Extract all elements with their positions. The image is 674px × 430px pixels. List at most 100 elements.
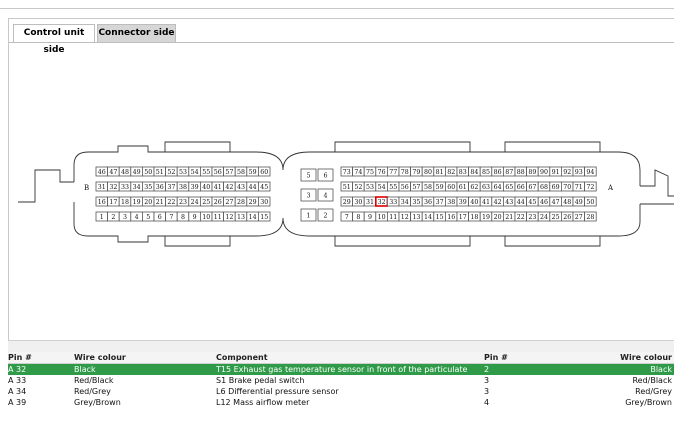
pin-label: 9 bbox=[193, 214, 197, 221]
pin-label: 80 bbox=[424, 169, 432, 176]
header-wire-colour-2[interactable]: Wire colour bbox=[568, 352, 672, 363]
pin-label: 24 bbox=[540, 214, 548, 221]
cell-wire-colour-2: Red/Grey bbox=[635, 387, 672, 396]
pin-label: 7 bbox=[345, 214, 349, 221]
pin-label: 83 bbox=[459, 169, 467, 176]
pin-label: 67 bbox=[528, 184, 536, 191]
pin-label: 36 bbox=[424, 199, 432, 206]
pin-label: 68 bbox=[540, 184, 548, 191]
pin-label: 25 bbox=[552, 214, 560, 221]
table-row[interactable]: A 32 Black T15 Exhaust gas temperature s… bbox=[8, 364, 674, 375]
cell-wire-colour: Red/Black bbox=[74, 376, 114, 385]
pin-label: 3 bbox=[306, 193, 310, 200]
pin-label: 29 bbox=[343, 199, 351, 206]
pin-label: 32 bbox=[109, 184, 117, 191]
cell-component: S1 Brake pedal switch bbox=[216, 376, 305, 385]
pin-label: 3 bbox=[123, 214, 127, 221]
pin-label: 27 bbox=[225, 199, 233, 206]
pin-label: 38 bbox=[447, 199, 455, 206]
pin-label: 79 bbox=[412, 169, 420, 176]
pin-label: 10 bbox=[202, 214, 210, 221]
pin-label: 19 bbox=[482, 214, 490, 221]
pin-label: 17 bbox=[109, 199, 117, 206]
connector-block-b: 46 47 48 49 50 51 52 53 54 55 56 57 58 59 6031 32 33 34 35… bbox=[95, 166, 271, 222]
pin-label: 74 bbox=[354, 169, 362, 176]
pin-label: 91 bbox=[552, 169, 560, 176]
pin-label: 26 bbox=[563, 214, 571, 221]
pin-label: 45 bbox=[260, 184, 268, 191]
pin-label: 21 bbox=[156, 199, 164, 206]
pin-label: 9 bbox=[368, 214, 372, 221]
pin-label: 27 bbox=[575, 214, 583, 221]
pin-label: 14 bbox=[249, 214, 257, 221]
cell-wire-colour: Red/Grey bbox=[74, 387, 111, 396]
pin-label: 86 bbox=[494, 169, 502, 176]
pin-label: 31 bbox=[98, 184, 106, 191]
pin-label: 43 bbox=[237, 184, 245, 191]
pin-label: 2 bbox=[323, 213, 327, 220]
table-row[interactable]: A 34 Red/Grey L6 Differential pressure s… bbox=[8, 386, 674, 397]
block-label-b: B bbox=[84, 184, 89, 192]
pin-label: 15 bbox=[260, 214, 268, 221]
pin-label: 36 bbox=[156, 184, 164, 191]
pin-label: 55 bbox=[389, 184, 397, 191]
cell-pin: A 32 bbox=[8, 365, 27, 374]
pin-label: 60 bbox=[260, 169, 268, 176]
header-pin[interactable]: Pin # bbox=[8, 352, 68, 363]
pin-label: 73 bbox=[343, 169, 351, 176]
table-row[interactable]: A 39 Grey/Brown L12 Mass airflow meter 4… bbox=[8, 397, 674, 408]
pin-label: 8 bbox=[356, 214, 360, 221]
pin-label: 53 bbox=[179, 169, 187, 176]
pin-label: 40 bbox=[470, 199, 478, 206]
pin-label: 12 bbox=[401, 214, 409, 221]
pin-label: 77 bbox=[389, 169, 397, 176]
pin-label: 32 bbox=[378, 199, 386, 206]
pin-label: 58 bbox=[424, 184, 432, 191]
pin-label: 41 bbox=[482, 199, 490, 206]
pin-label: 54 bbox=[191, 169, 199, 176]
pin-label: 8 bbox=[181, 214, 185, 221]
pin-label: 39 bbox=[459, 199, 467, 206]
pin-label: 78 bbox=[401, 169, 409, 176]
pin-label: 11 bbox=[389, 214, 397, 221]
pin-label: 44 bbox=[249, 184, 257, 191]
cell-component: L6 Differential pressure sensor bbox=[216, 387, 339, 396]
pin-label: 4 bbox=[135, 214, 139, 221]
pin-label: 37 bbox=[167, 184, 175, 191]
pin-label: 33 bbox=[389, 199, 397, 206]
pin-label: 25 bbox=[202, 199, 210, 206]
pin-label: 51 bbox=[156, 169, 164, 176]
pin-label: 93 bbox=[575, 169, 583, 176]
header-component[interactable]: Component bbox=[216, 352, 491, 363]
pin-label: 54 bbox=[378, 184, 386, 191]
pin-label: 71 bbox=[575, 184, 583, 191]
table-header: Pin # Wire colour Component Pin # Wire c… bbox=[8, 352, 674, 364]
pin-label: 65 bbox=[505, 184, 513, 191]
pin-label: 28 bbox=[586, 214, 594, 221]
pin-label: 48 bbox=[121, 169, 129, 176]
pin-label: 4 bbox=[323, 193, 327, 200]
pin-label: 82 bbox=[447, 169, 455, 176]
pin-label: 48 bbox=[563, 199, 571, 206]
block-label-a: A bbox=[607, 184, 614, 192]
pin-label: 15 bbox=[436, 214, 444, 221]
pin-table-area: Pin # Wire colour Component Pin # Wire c… bbox=[8, 340, 674, 430]
pin-label: 20 bbox=[144, 199, 152, 206]
pin-label: 22 bbox=[167, 199, 175, 206]
pin-label: 52 bbox=[354, 184, 362, 191]
pin-label: 56 bbox=[214, 169, 222, 176]
pin-label: 35 bbox=[144, 184, 152, 191]
connector-block-a: 73 74 75 76 77 78 79 80 81 82 83 84 85 86 87 88 89 90 91 92… bbox=[340, 166, 597, 222]
pin-label: 45 bbox=[528, 199, 536, 206]
pin-label: 5 bbox=[306, 173, 310, 180]
pin-label: 46 bbox=[98, 169, 106, 176]
pin-label: 1 bbox=[306, 213, 310, 220]
pin-label: 63 bbox=[482, 184, 490, 191]
header-wire-colour[interactable]: Wire colour bbox=[74, 352, 204, 363]
table-row[interactable]: A 33 Red/Black S1 Brake pedal switch 3 R… bbox=[8, 375, 674, 386]
pin-label: 13 bbox=[237, 214, 245, 221]
connector-diagram: 46 47 48 49 50 51 52 53 54 55 56 57 58 59 6031 32 33 34 35… bbox=[18, 141, 674, 247]
pin-label: 30 bbox=[354, 199, 362, 206]
pin-label: 87 bbox=[505, 169, 513, 176]
pin-label: 43 bbox=[505, 199, 513, 206]
